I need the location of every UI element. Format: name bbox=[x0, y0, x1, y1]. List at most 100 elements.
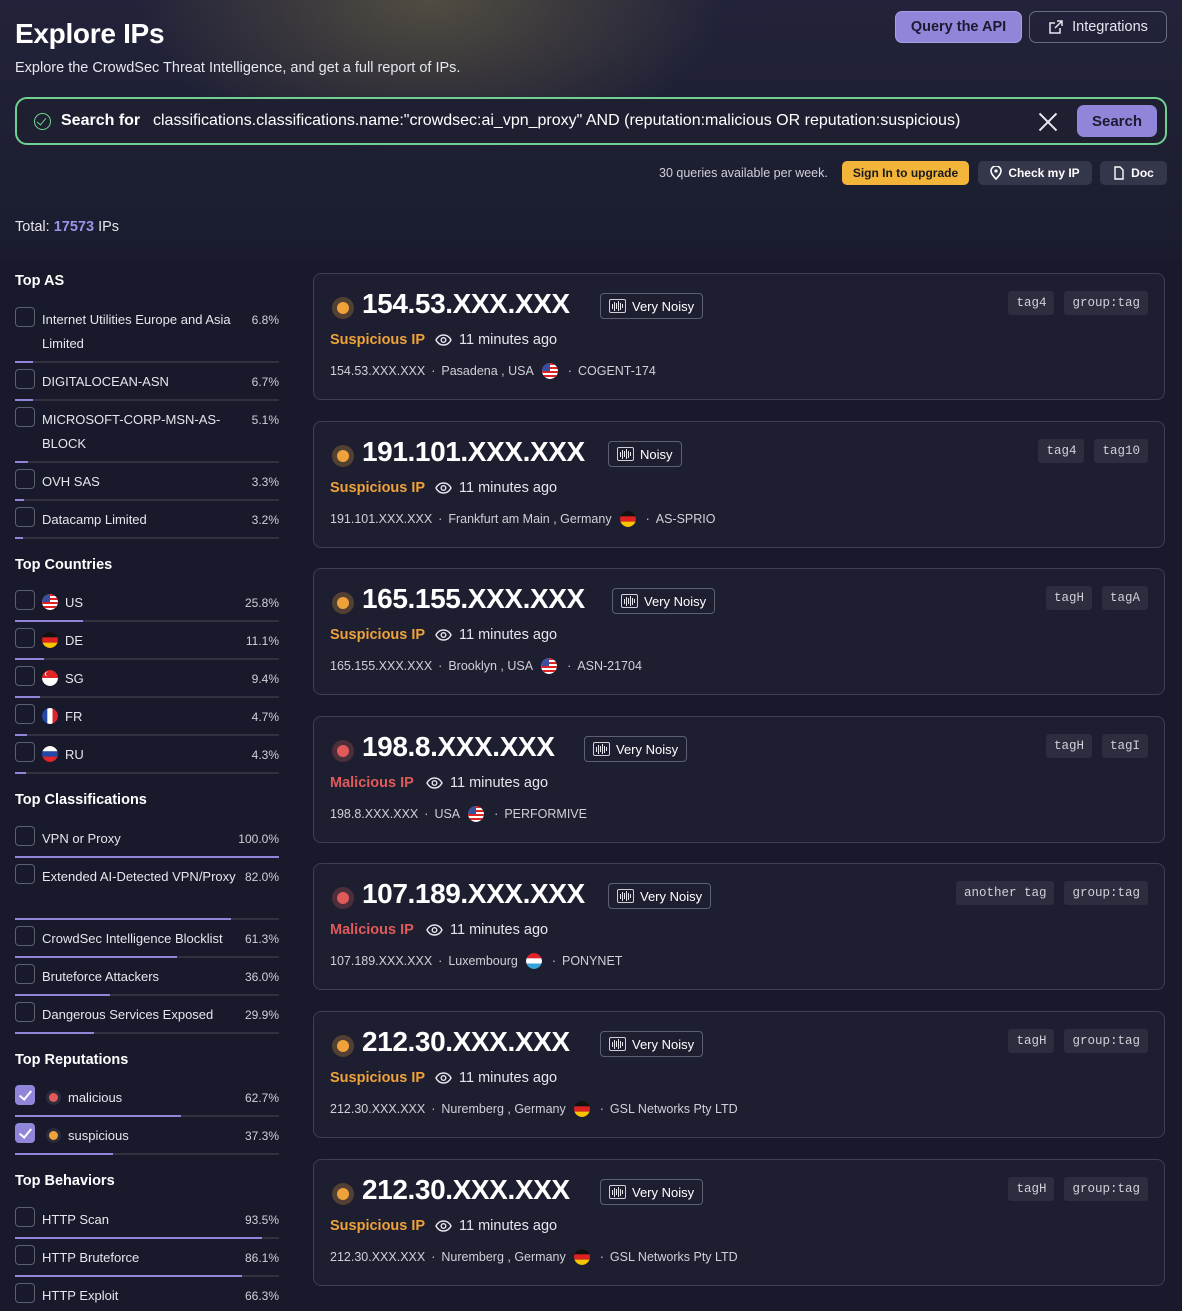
filter-progress-track bbox=[15, 461, 279, 463]
ip-result-card[interactable]: 107.189.XXX.XXX Very Noisy Malicious IP 11 … bbox=[313, 863, 1165, 990]
filter-percentage: 11.1% bbox=[245, 634, 279, 648]
ip-result-card[interactable]: 212.30.XXX.XXX Very Noisy Suspicious IP 11 … bbox=[313, 1159, 1165, 1286]
filter-percentage: 9.4% bbox=[251, 672, 279, 686]
tag-chip[interactable]: tag4 bbox=[1038, 439, 1085, 463]
filter-progress-bar bbox=[15, 956, 177, 958]
ip-result-card[interactable]: 198.8.XXX.XXX Very Noisy Malicious IP 11 mi… bbox=[313, 716, 1165, 843]
de-flag-icon bbox=[573, 1101, 590, 1117]
doc-button[interactable]: Doc bbox=[1100, 161, 1167, 185]
filter-checkbox[interactable] bbox=[15, 964, 35, 984]
tag-chip[interactable]: another tag bbox=[955, 881, 1055, 905]
tag-chip[interactable]: tagA bbox=[1101, 586, 1148, 610]
filter-checkbox[interactable] bbox=[15, 666, 35, 686]
filter-checkbox[interactable] bbox=[15, 1123, 35, 1143]
filter-item[interactable]: CrowdSec Intelligence Blocklist 61.3% bbox=[15, 926, 279, 958]
integrations-button[interactable]: Integrations bbox=[1029, 11, 1167, 43]
filter-progress-bar bbox=[15, 696, 40, 698]
filter-checkbox[interactable] bbox=[15, 1002, 35, 1022]
us-flag-icon bbox=[468, 806, 485, 822]
ip-result-card[interactable]: 212.30.XXX.XXX Very Noisy Suspicious IP 11 … bbox=[313, 1011, 1165, 1138]
filter-checkbox[interactable] bbox=[15, 369, 35, 389]
filter-checkbox[interactable] bbox=[15, 1085, 35, 1105]
filter-item[interactable]: RU 4.3% bbox=[15, 742, 279, 774]
filter-progress-bar bbox=[15, 1275, 243, 1277]
filter-checkbox[interactable] bbox=[15, 507, 35, 527]
filter-item[interactable]: FR 4.7% bbox=[15, 704, 279, 736]
external-link-icon bbox=[1049, 20, 1063, 34]
filter-checkbox[interactable] bbox=[15, 1245, 35, 1265]
filter-percentage: 62.7% bbox=[244, 1091, 279, 1105]
filter-item[interactable]: Dangerous Services Exposed 29.9% bbox=[15, 1002, 279, 1034]
filter-checkbox[interactable] bbox=[15, 628, 35, 648]
filter-progress-track bbox=[15, 696, 279, 698]
filter-checkbox[interactable] bbox=[15, 826, 35, 846]
filter-item[interactable]: Internet Utilities Europe and Asia Limit… bbox=[15, 307, 279, 363]
filter-progress-track bbox=[15, 734, 279, 736]
ip-address[interactable]: 154.53.XXX.XXX bbox=[362, 288, 570, 320]
filter-label: DE bbox=[42, 629, 83, 653]
filter-checkbox[interactable] bbox=[15, 590, 35, 610]
search-button[interactable]: Search bbox=[1077, 105, 1157, 137]
filter-item[interactable]: US 25.8% bbox=[15, 590, 279, 622]
tag-chip[interactable]: group:tag bbox=[1064, 291, 1148, 315]
tag-chip[interactable]: group:tag bbox=[1064, 1177, 1148, 1201]
search-input[interactable]: classifications.classifications.name:"cr… bbox=[153, 112, 960, 130]
ip-result-card[interactable]: 165.155.XXX.XXX Very Noisy Suspicious IP 11… bbox=[313, 568, 1165, 695]
clear-search-icon[interactable] bbox=[1037, 111, 1059, 133]
sound-wave-icon bbox=[609, 299, 626, 313]
filter-item[interactable]: MICROSOFT-CORP-MSN-AS-BLOCK 5.1% bbox=[15, 407, 279, 463]
tag-chip[interactable]: group:tag bbox=[1064, 1029, 1148, 1053]
reputation-status: Suspicious IP bbox=[330, 1218, 426, 1234]
query-api-button[interactable]: Query the API bbox=[895, 11, 1022, 43]
filter-item[interactable]: DE 11.1% bbox=[15, 628, 279, 660]
de-flag-icon bbox=[619, 511, 636, 527]
ip-address[interactable]: 107.189.XXX.XXX bbox=[362, 878, 585, 910]
filter-item[interactable]: OVH SAS 3.3% bbox=[15, 469, 279, 501]
tag-chip[interactable]: tag4 bbox=[1008, 291, 1055, 315]
filter-item[interactable]: malicious 62.7% bbox=[15, 1085, 279, 1117]
ip-address[interactable]: 212.30.XXX.XXX bbox=[362, 1026, 570, 1058]
filter-checkbox[interactable] bbox=[15, 1207, 35, 1227]
ip-result-card[interactable]: 154.53.XXX.XXX Very Noisy Suspicious IP 11 … bbox=[313, 273, 1165, 400]
filter-checkbox[interactable] bbox=[15, 926, 35, 946]
sound-wave-icon bbox=[621, 594, 638, 608]
tag-list: tag4 tag10 bbox=[1038, 439, 1148, 463]
filter-item[interactable]: HTTP Exploit 66.3% bbox=[15, 1283, 279, 1311]
tag-chip[interactable]: tag10 bbox=[1094, 439, 1148, 463]
filter-progress-track bbox=[15, 1237, 279, 1239]
ip-address[interactable]: 198.8.XXX.XXX bbox=[362, 731, 555, 763]
tag-chip[interactable]: tagI bbox=[1101, 734, 1148, 758]
filter-item[interactable]: SG 9.4% bbox=[15, 666, 279, 698]
filter-checkbox[interactable] bbox=[15, 742, 35, 762]
tag-chip[interactable]: tagH bbox=[1008, 1029, 1055, 1053]
sign-in-upgrade-button[interactable]: Sign In to upgrade bbox=[842, 161, 969, 185]
eye-icon bbox=[426, 924, 443, 936]
ip-result-card[interactable]: 191.101.XXX.XXX Noisy Suspicious IP 11 minu… bbox=[313, 421, 1165, 548]
filter-checkbox[interactable] bbox=[15, 469, 35, 489]
filter-item[interactable]: Datacamp Limited 3.2% bbox=[15, 507, 279, 539]
reputation-status: Suspicious IP bbox=[330, 627, 426, 643]
filter-item[interactable]: Extended AI-Detected VPN/Proxy 82.0% bbox=[15, 864, 279, 920]
filter-item[interactable]: VPN or Proxy 100.0% bbox=[15, 826, 279, 858]
filter-item[interactable]: DIGITALOCEAN-ASN 6.7% bbox=[15, 369, 279, 401]
filter-item[interactable]: HTTP Bruteforce 86.1% bbox=[15, 1245, 279, 1277]
tag-chip[interactable]: tagH bbox=[1045, 734, 1092, 758]
filter-checkbox[interactable] bbox=[15, 1283, 35, 1303]
filter-checkbox[interactable] bbox=[15, 407, 35, 427]
check-my-ip-button[interactable]: Check my IP bbox=[978, 161, 1092, 185]
filter-checkbox[interactable] bbox=[15, 864, 35, 884]
ip-address[interactable]: 212.30.XXX.XXX bbox=[362, 1174, 570, 1206]
filter-item[interactable]: HTTP Scan 93.5% bbox=[15, 1207, 279, 1239]
tag-chip[interactable]: tagH bbox=[1045, 586, 1092, 610]
total-count: Total: 17573 IPs bbox=[15, 219, 120, 235]
filter-item[interactable]: Bruteforce Attackers 36.0% bbox=[15, 964, 279, 996]
tag-chip[interactable]: tagH bbox=[1008, 1177, 1055, 1201]
ip-address[interactable]: 191.101.XXX.XXX bbox=[362, 436, 585, 468]
filter-progress-bar bbox=[15, 734, 28, 736]
last-seen-time: 11 minutes ago bbox=[435, 627, 557, 643]
ip-address[interactable]: 165.155.XXX.XXX bbox=[362, 583, 585, 615]
filter-checkbox[interactable] bbox=[15, 704, 35, 724]
filter-item[interactable]: suspicious 37.3% bbox=[15, 1123, 279, 1155]
tag-chip[interactable]: group:tag bbox=[1064, 881, 1148, 905]
filter-checkbox[interactable] bbox=[15, 307, 35, 327]
